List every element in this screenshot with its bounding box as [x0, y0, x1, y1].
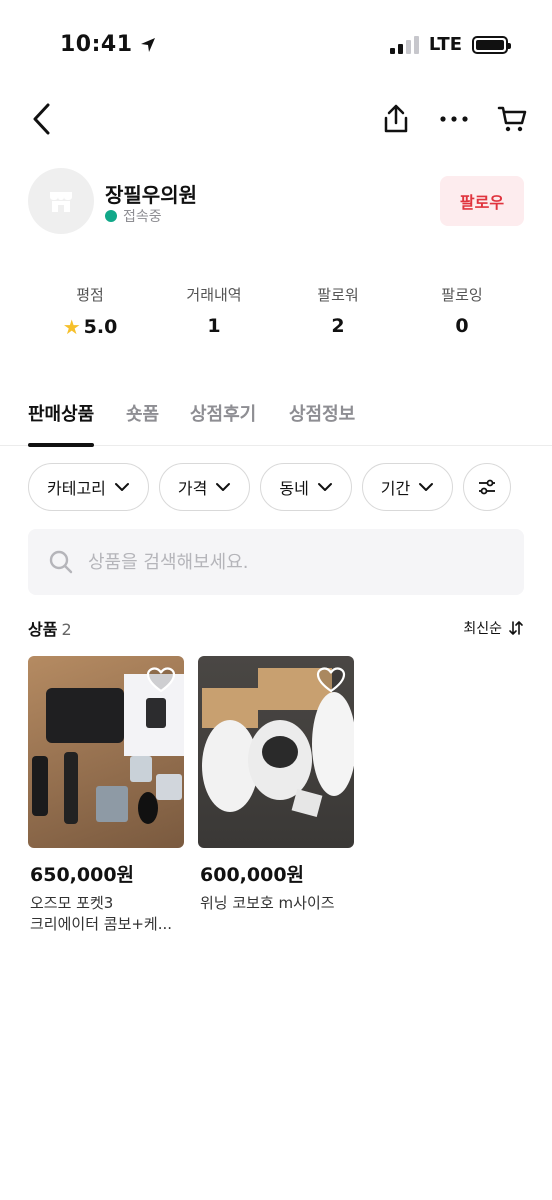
online-dot-icon: [105, 210, 117, 222]
product-grid: 650,000원 오즈모 포켓3 크리에이터 콤보+케... 600,000원 …: [28, 656, 354, 935]
sort-arrows-icon: [509, 621, 523, 635]
clock: 10:41: [60, 32, 133, 57]
online-label: 접속중: [123, 209, 162, 225]
network-label: LTE: [428, 34, 462, 55]
product-search-bar[interactable]: [28, 529, 524, 595]
stat-value: 0: [455, 315, 469, 337]
products-header: 상품 2 최신순: [28, 616, 524, 640]
back-button[interactable]: [26, 101, 58, 137]
product-name-line: 위닝 코보호 m사이즈: [200, 894, 335, 912]
filter-neighborhood[interactable]: 동네: [260, 463, 352, 511]
signal-icon: [389, 35, 419, 54]
sliders-icon: [479, 479, 496, 495]
products-count: 2: [61, 620, 72, 639]
more-button[interactable]: [438, 101, 470, 137]
sort-label: 최신순: [463, 621, 502, 637]
tab-products[interactable]: 판매상품: [28, 400, 95, 447]
shop-tabs: 판매상품 숏폼 상점후기 상점정보: [0, 400, 552, 447]
sort-button[interactable]: 최신순: [463, 618, 524, 638]
filter-label: 기간: [380, 479, 411, 498]
status-time: 10:41: [60, 32, 157, 57]
chevron-left-icon: [33, 103, 50, 135]
heart-icon[interactable]: [146, 666, 176, 694]
products-title: 상품 2: [28, 616, 72, 640]
filter-settings-button[interactable]: [463, 463, 512, 511]
product-image[interactable]: [198, 656, 354, 848]
stat-following[interactable]: 팔로잉 0: [400, 284, 524, 339]
products-title-label: 상품: [28, 620, 58, 639]
stat-value: 2: [331, 315, 345, 337]
store-icon: [50, 192, 72, 212]
filter-label: 가격: [177, 479, 208, 498]
product-price: 650,000원: [30, 864, 135, 886]
chevron-down-icon: [317, 483, 332, 491]
star-icon: ★: [62, 315, 81, 339]
nav-actions: [380, 101, 528, 137]
stat-label: 평점: [76, 286, 104, 304]
product-name: 오즈모 포켓3 크리에이터 콤보+케...: [28, 893, 184, 935]
share-icon: [384, 104, 408, 133]
shop-profile: 장필우의원 접속중 팔로우: [28, 168, 524, 238]
product-name-line: 오즈모 포켓3: [30, 894, 114, 912]
product-card[interactable]: 600,000원 위닝 코보호 m사이즈: [198, 656, 354, 935]
filter-period[interactable]: 기간: [361, 463, 454, 511]
tab-shop-info[interactable]: 상점정보: [289, 400, 355, 446]
avatar: [28, 168, 94, 234]
stat-rating[interactable]: 평점 ★ 5.0: [28, 284, 152, 339]
filter-label: 카테고리: [47, 479, 106, 498]
cart-icon: [497, 106, 527, 132]
filter-bar: 카테고리 가격 동네 기간: [28, 463, 552, 513]
share-button[interactable]: [380, 101, 412, 137]
product-card[interactable]: 650,000원 오즈모 포켓3 크리에이터 콤보+케...: [28, 656, 184, 935]
product-name-line: 크리에이터 콤보+케...: [30, 915, 173, 933]
online-status: 접속중: [105, 206, 162, 226]
shop-stats: 평점 ★ 5.0 거래내역 1 팔로워 2 팔로잉 0: [28, 284, 524, 339]
chevron-down-icon: [114, 483, 129, 491]
chevron-down-icon: [216, 483, 231, 491]
more-horizontal-icon: [440, 116, 468, 122]
product-price: 600,000원: [200, 864, 305, 886]
stat-transactions[interactable]: 거래내역 1: [152, 284, 276, 339]
stat-value: ★ 5.0: [28, 315, 152, 339]
battery-icon: [472, 35, 511, 54]
cart-button[interactable]: [496, 101, 528, 137]
heart-icon[interactable]: [316, 666, 346, 694]
follow-button[interactable]: 팔로우: [440, 176, 524, 226]
stat-label: 팔로잉: [441, 286, 483, 304]
search-icon: [49, 550, 73, 574]
stat-label: 팔로워: [317, 286, 359, 304]
status-indicators: LTE: [389, 34, 511, 55]
tab-shortform[interactable]: 숏폼: [126, 400, 159, 446]
product-name: 위닝 코보호 m사이즈: [198, 893, 354, 914]
rating-value: 5.0: [83, 316, 118, 338]
search-input[interactable]: [88, 551, 468, 573]
tab-reviews[interactable]: 상점후기: [190, 400, 256, 446]
status-bar: 10:41 LTE: [0, 0, 552, 90]
stat-label: 거래내역: [186, 286, 242, 304]
stat-followers[interactable]: 팔로워 2: [276, 284, 400, 339]
product-image[interactable]: [28, 656, 184, 848]
filter-price[interactable]: 가격: [158, 463, 251, 511]
filter-category[interactable]: 카테고리: [28, 463, 149, 511]
chevron-down-icon: [419, 483, 434, 491]
shop-name: 장필우의원: [105, 183, 197, 207]
location-arrow-icon: [140, 37, 155, 52]
nav-bar: [0, 95, 552, 145]
filter-label: 동네: [279, 479, 309, 498]
stat-value: 1: [207, 315, 221, 337]
